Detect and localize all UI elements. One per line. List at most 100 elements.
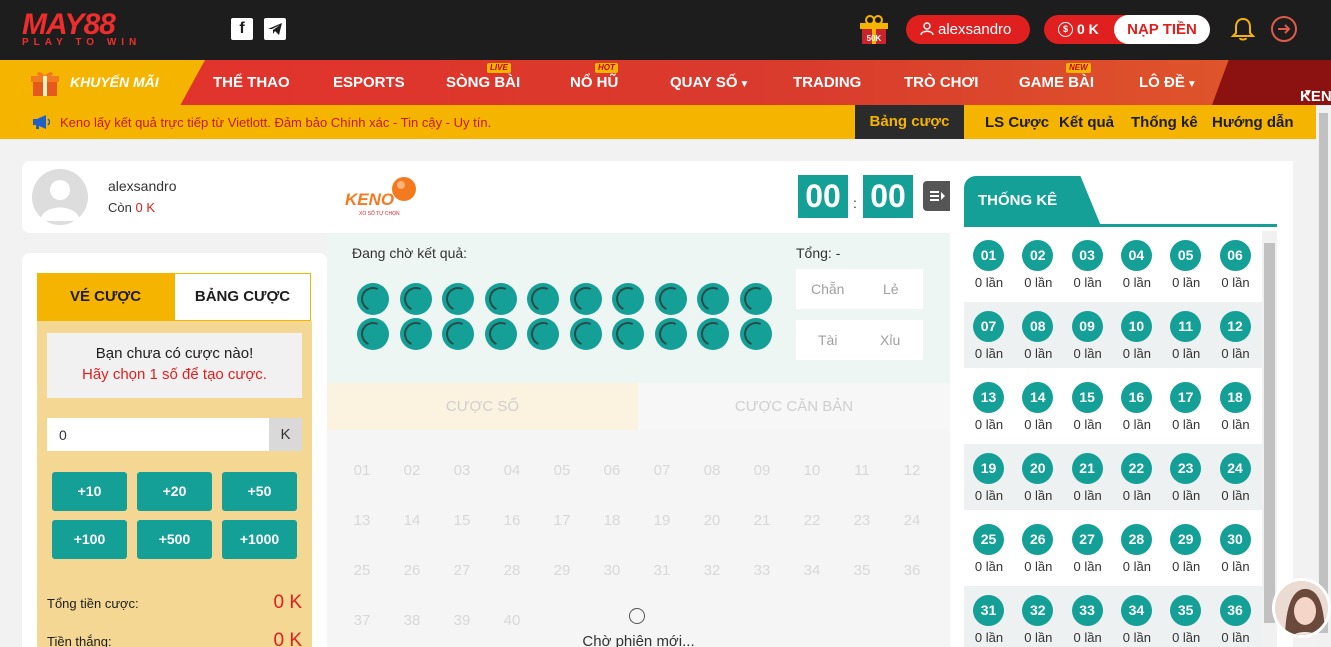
user-account-button[interactable]: alexsandro (906, 15, 1030, 44)
number-cell[interactable]: 21 (747, 512, 777, 529)
nav-item-card-games[interactable]: GAME BÀI NEW (1019, 63, 1094, 91)
tab-number-bet[interactable]: CƯỢC SỐ (327, 383, 638, 430)
gift-50k-icon[interactable]: 50K (858, 14, 890, 46)
pending-ball (697, 283, 729, 315)
quick-add-50-button[interactable]: +50 (222, 472, 297, 511)
number-cell[interactable]: 27 (447, 562, 477, 579)
number-cell[interactable]: 36 (897, 562, 927, 579)
stat-number-ball: 30 (1219, 524, 1251, 555)
number-cell[interactable]: 07 (647, 462, 677, 479)
number-cell[interactable]: 13 (347, 512, 377, 529)
pending-ball (399, 283, 432, 315)
stat-count: 0 lần (1073, 630, 1102, 645)
quick-add-1000-button[interactable]: +1000 (222, 520, 297, 559)
number-cell[interactable]: 10 (797, 462, 827, 479)
stat-row: 07 0 lần 08 0 lần 09 0 lần 10 0 lần 11 0 lần 12 0 l… (964, 302, 1262, 368)
stat-number-ball: 25 (973, 524, 1004, 555)
number-cell[interactable]: 30 (597, 562, 627, 579)
stat-number-ball: 23 (1170, 453, 1202, 484)
telegram-icon[interactable] (264, 18, 286, 40)
tab-results[interactable]: Kết quả (1059, 114, 1114, 131)
may88-logo[interactable]: MAY88 PLAY TO WIN (22, 10, 167, 50)
number-cell[interactable]: 05 (547, 462, 577, 479)
tab-statistics[interactable]: Thống kê (1131, 114, 1198, 131)
nav-item-sports[interactable]: THỂ THAO (213, 74, 290, 91)
menu-arrow-icon (930, 191, 945, 201)
number-cell[interactable]: 37 (347, 612, 377, 629)
quick-add-500-button[interactable]: +500 (137, 520, 212, 559)
number-cell[interactable]: 20 (697, 512, 727, 529)
quick-add-100-button[interactable]: +100 (52, 520, 127, 559)
number-cell[interactable]: 12 (897, 462, 927, 479)
number-cell[interactable]: 26 (397, 562, 427, 579)
stat-count: 0 lần (1122, 275, 1151, 290)
number-cell[interactable]: 32 (697, 562, 727, 579)
logout-icon[interactable] (1270, 15, 1298, 43)
number-cell[interactable]: 08 (697, 462, 727, 479)
sidebar-toggle-button[interactable] (923, 181, 950, 211)
number-cell[interactable]: 19 (647, 512, 677, 529)
number-cell[interactable]: 34 (797, 562, 827, 579)
number-cell[interactable]: 03 (447, 462, 477, 479)
tab-bet-board-panel[interactable]: BẢNG CƯỢC (174, 273, 311, 321)
number-cell[interactable]: 40 (497, 612, 527, 629)
pending-ball (739, 283, 772, 315)
stat-count: 0 lần (1073, 275, 1102, 290)
number-cell[interactable]: 14 (397, 512, 427, 529)
tab-bet-ticket[interactable]: VÉ CƯỢC (37, 273, 174, 321)
stat-number-ball: 13 (973, 382, 1004, 413)
stat-row: 25 0 lần 26 0 lần 27 0 lần 28 0 lần 29 0 lần 30 0 l… (964, 515, 1262, 581)
quick-add-20-button[interactable]: +20 (137, 472, 212, 511)
nav-item-games[interactable]: TRÒ CHƠI (904, 74, 978, 91)
nav-item-lottery[interactable]: QUAY SỐ ▼ (670, 74, 749, 91)
page-scrollbar[interactable] (1316, 105, 1331, 647)
number-cell[interactable]: 01 (347, 462, 377, 479)
number-cell[interactable]: 31 (647, 562, 677, 579)
nav-item-keno[interactable]: KENO▼ (1212, 60, 1331, 105)
number-cell[interactable]: 06 (597, 462, 627, 479)
number-cell[interactable]: 22 (797, 512, 827, 529)
nav-item-slots[interactable]: NỔ HŨ HOT (570, 63, 618, 91)
facebook-icon[interactable]: f (231, 18, 253, 40)
deposit-button[interactable]: NẠP TIỀN (1114, 15, 1210, 44)
bell-icon[interactable] (1230, 16, 1256, 42)
tab-bet-history[interactable]: LS Cược (985, 114, 1049, 131)
number-cell[interactable]: 18 (597, 512, 627, 529)
number-cell[interactable]: 09 (747, 462, 777, 479)
stat-count: 0 lần (1122, 559, 1151, 574)
number-cell[interactable]: 35 (847, 562, 877, 579)
number-cell[interactable]: 17 (547, 512, 577, 529)
pending-ball (697, 318, 729, 350)
new-badge: NEW (1066, 63, 1091, 73)
number-cell[interactable]: 23 (847, 512, 877, 529)
number-cell[interactable]: 39 (447, 612, 477, 629)
number-cell[interactable]: 29 (547, 562, 577, 579)
tab-basic-bet[interactable]: CƯỢC CĂN BẢN (638, 383, 950, 430)
nav-item-promotions[interactable]: KHUYẾN MÃI (0, 60, 205, 105)
nav-item-casino[interactable]: SÒNG BÀI LIVE (446, 63, 520, 91)
number-cell[interactable]: 25 (347, 562, 377, 579)
tab-guide[interactable]: Hướng dẫn (1212, 114, 1294, 131)
nav-item-esports[interactable]: ESPORTS (333, 74, 405, 91)
number-cell[interactable]: 02 (397, 462, 427, 479)
tab-bet-board[interactable]: Bảng cược (855, 105, 964, 139)
amount-unit: K (269, 418, 302, 451)
bet-amount-input[interactable]: 0 K (47, 418, 302, 451)
chevron-down-icon: ▼ (1186, 79, 1197, 90)
statistics-scrollbar[interactable] (1262, 231, 1277, 647)
stat-count: 0 lần (1024, 559, 1053, 574)
nav-item-trading[interactable]: TRADING (793, 74, 861, 91)
nav-item-lode[interactable]: LÔ ĐỀ ▼ (1139, 74, 1197, 91)
number-cell[interactable]: 04 (497, 462, 527, 479)
stat-row: 31 0 lần 32 0 lần 33 0 lần 34 0 lần 35 0 lần 36 0 l… (964, 586, 1262, 647)
number-cell[interactable]: 16 (497, 512, 527, 529)
number-cell[interactable]: 24 (897, 512, 927, 529)
number-cell[interactable]: 15 (447, 512, 477, 529)
number-cell[interactable]: 11 (847, 462, 877, 479)
number-cell[interactable]: 38 (397, 612, 427, 629)
number-cell[interactable]: 28 (497, 562, 527, 579)
stat-count: 0 lần (1172, 559, 1201, 574)
support-avatar-button[interactable] (1272, 578, 1331, 638)
quick-add-10-button[interactable]: +10 (52, 472, 127, 511)
number-cell[interactable]: 33 (747, 562, 777, 579)
